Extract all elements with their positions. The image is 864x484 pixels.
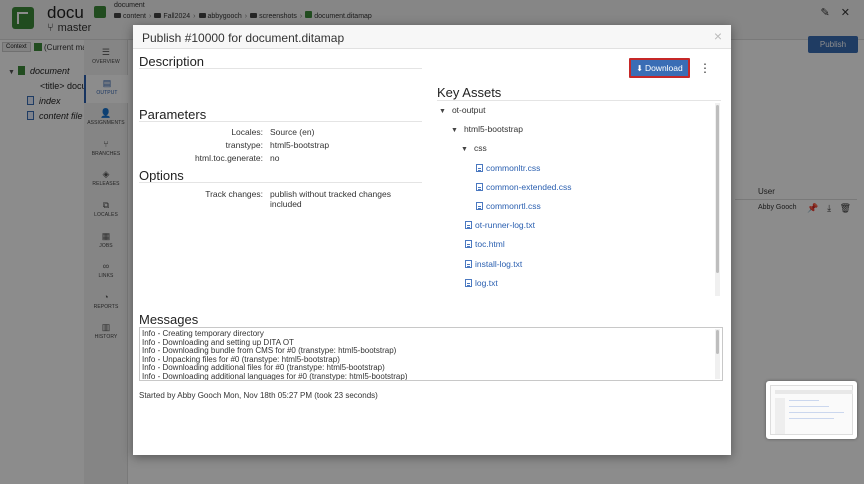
dialog-title: Publish #10000 for document.ditamap	[142, 31, 345, 45]
asset-file[interactable]: toc.html	[465, 239, 505, 249]
asset-folder[interactable]: ▼ css	[461, 143, 487, 153]
started-by-text: Started by Abby Gooch Mon, Nov 18th 05:2…	[139, 391, 378, 400]
download-button[interactable]: ⬇ Download	[629, 58, 690, 78]
options-heading: Options	[139, 168, 184, 183]
asset-label[interactable]: commonrtl.css	[486, 201, 541, 211]
asset-label: css	[473, 143, 487, 154]
messages-scrollbar[interactable]	[715, 329, 720, 379]
asset-file[interactable]: install-log.txt	[465, 259, 522, 269]
screenshot-thumbnail[interactable]	[766, 381, 857, 439]
asset-label[interactable]: commonltr.css	[486, 163, 540, 173]
file-icon	[465, 221, 472, 230]
more-options-icon[interactable]: ⋮	[699, 62, 711, 74]
asset-label[interactable]: ot-runner-log.txt	[475, 220, 535, 230]
asset-folder[interactable]: ▼ ot-output	[439, 105, 486, 115]
param-key: Locales:	[231, 127, 263, 137]
param-value: publish without tracked changes included	[270, 189, 391, 209]
messages-log[interactable]: Info - Creating temporary directory Info …	[139, 327, 723, 381]
file-icon	[476, 182, 483, 191]
publish-dialog: Publish #10000 for document.ditamap × De…	[133, 25, 731, 455]
param-value: no	[270, 153, 280, 163]
asset-label[interactable]: log.txt	[475, 278, 498, 288]
key-assets-tree: ▼ ot-output ▼ html5-bootstrap ▼ css commonltr.…	[437, 105, 721, 296]
download-label: Download	[644, 63, 683, 73]
file-icon	[465, 259, 472, 268]
file-icon	[465, 278, 472, 287]
asset-file[interactable]: commonltr.css	[476, 163, 540, 173]
param-value: html5-bootstrap	[270, 140, 330, 150]
close-dialog-icon[interactable]: ×	[714, 29, 722, 43]
param-key: Track changes:	[205, 189, 263, 199]
asset-label[interactable]: common-extended.css	[486, 182, 572, 192]
asset-file[interactable]: common-extended.css	[476, 182, 572, 192]
description-heading: Description	[139, 54, 205, 69]
expand-caret-icon[interactable]: ▼	[461, 146, 468, 153]
asset-file[interactable]: commonrtl.css	[476, 201, 541, 211]
dialog-header: Publish #10000 for document.ditamap ×	[133, 25, 731, 49]
asset-file[interactable]: log.txt	[465, 278, 498, 288]
key-assets-scrollbar[interactable]	[715, 103, 720, 296]
file-icon	[476, 202, 483, 210]
asset-label[interactable]: toc.html	[475, 239, 505, 249]
asset-label: html5-bootstrap	[463, 124, 523, 135]
asset-label: ot-output	[451, 105, 486, 115]
file-icon	[465, 240, 472, 249]
param-key: transtype:	[225, 140, 263, 150]
param-value: Source (en)	[270, 127, 315, 137]
asset-label[interactable]: install-log.txt	[475, 259, 522, 269]
asset-file[interactable]: ot-runner-log.txt	[465, 220, 535, 230]
expand-caret-icon[interactable]: ▼	[451, 127, 458, 134]
download-icon: ⬇	[636, 64, 643, 73]
param-key: html.toc.generate:	[194, 153, 263, 163]
expand-caret-icon[interactable]: ▼	[439, 108, 446, 115]
asset-folder[interactable]: ▼ html5-bootstrap	[451, 124, 523, 134]
key-assets-heading: Key Assets	[437, 85, 502, 100]
parameters-heading: Parameters	[139, 107, 207, 122]
file-icon	[476, 163, 483, 172]
message-line: Info - Running DITA OT for #0 (transtype…	[142, 380, 348, 381]
messages-heading: Messages	[139, 312, 199, 327]
